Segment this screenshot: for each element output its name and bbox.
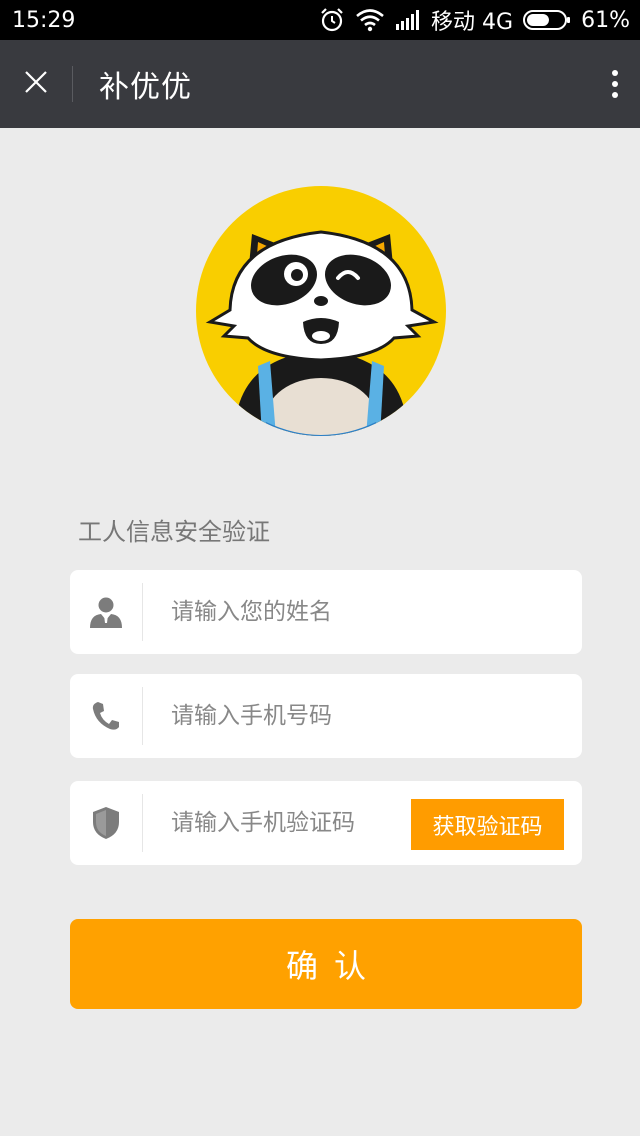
name-field	[70, 570, 582, 654]
nav-divider	[72, 66, 73, 102]
alarm-icon	[319, 7, 345, 33]
more-vertical-icon	[612, 70, 618, 76]
battery-icon	[523, 9, 571, 31]
user-icon	[70, 570, 142, 654]
form-heading: 工人信息安全验证	[78, 518, 270, 546]
verification-code-input[interactable]	[171, 810, 381, 836]
wifi-icon	[355, 8, 385, 32]
get-code-button[interactable]: 获取验证码	[411, 799, 564, 850]
status-bar: 15:29 移动 4G 61%	[0, 0, 640, 40]
more-button[interactable]	[600, 40, 630, 128]
battery-percent: 61%	[581, 7, 630, 33]
field-divider	[142, 583, 143, 641]
shield-icon	[70, 781, 142, 865]
nav-bar: 补优优	[0, 40, 640, 128]
signal-icon	[395, 9, 421, 31]
phone-input[interactable]	[171, 703, 401, 729]
panda-mascot-logo	[196, 186, 446, 436]
status-time: 15:29	[12, 7, 76, 33]
carrier-label: 移动 4G	[431, 10, 514, 35]
field-divider	[142, 687, 143, 745]
status-indicators: 移动 4G 61%	[319, 4, 630, 36]
confirm-button[interactable]: 确认	[70, 919, 582, 1009]
phone-field	[70, 674, 582, 758]
phone-icon	[70, 674, 142, 758]
page-title: 补优优	[99, 70, 192, 105]
close-button[interactable]	[0, 40, 72, 128]
close-icon	[24, 70, 48, 98]
field-divider	[142, 794, 143, 852]
code-field: 获取验证码	[70, 781, 582, 865]
name-input[interactable]	[171, 599, 401, 625]
